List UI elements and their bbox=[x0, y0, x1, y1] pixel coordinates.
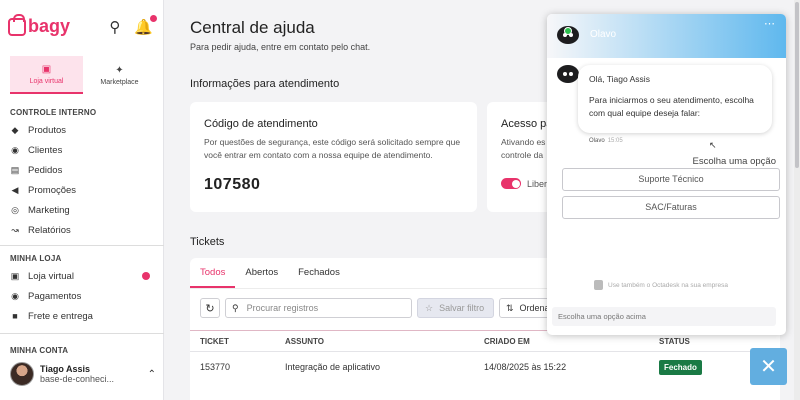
greeting: Olá, Tiago Assis bbox=[589, 74, 650, 84]
section-controle-interno: CONTROLE INTERNO bbox=[10, 108, 97, 117]
col-assunto[interactable]: ASSUNTO bbox=[285, 331, 324, 353]
choose-prompt: Escolha uma opção bbox=[692, 156, 776, 167]
col-criado-em[interactable]: CRIADO EM bbox=[484, 331, 530, 353]
chat-widget: Olavo ⋯ Olá, Tiago Assis Para iniciarmos… bbox=[547, 14, 786, 335]
tab-abertos[interactable]: Abertos bbox=[235, 258, 288, 288]
message-text: Para iniciarmos o seu atendimento, escol… bbox=[589, 94, 754, 118]
tab-loja-virtual[interactable]: ▣ Loja virtual bbox=[10, 56, 83, 94]
option-suporte-tecnico[interactable]: Suporte Técnico bbox=[562, 168, 780, 191]
mouse-cursor-icon: ↖ bbox=[709, 140, 717, 150]
message-avatar bbox=[557, 65, 579, 83]
section-minha-conta: MINHA CONTA bbox=[10, 346, 69, 355]
card-text: Por questões de segurança, este código s… bbox=[204, 137, 461, 161]
section-minha-loja: MINHA LOJA bbox=[10, 254, 62, 263]
card-title: Código de atendimento bbox=[204, 118, 318, 130]
page-scrollbar[interactable] bbox=[794, 0, 800, 400]
bag-icon bbox=[8, 13, 26, 36]
message-meta: Olavo 15:05 bbox=[589, 138, 623, 144]
status-badge: Fechado bbox=[659, 360, 702, 375]
coin-icon: ◉ bbox=[11, 290, 19, 301]
sidebar-item-promocoes[interactable]: ◀ Promoções bbox=[10, 182, 156, 198]
storefront-icon: ▣ bbox=[41, 63, 52, 75]
store-tabs: ▣ Loja virtual ✦ Marketplace bbox=[10, 56, 156, 94]
col-ticket[interactable]: TICKET bbox=[200, 331, 229, 353]
support-code: 107580 bbox=[204, 176, 261, 194]
agent-name: Olavo bbox=[590, 29, 617, 40]
inbox-icon: ▤ bbox=[10, 164, 20, 175]
bell-icon[interactable]: 🔔 bbox=[134, 15, 157, 36]
search-icon[interactable]: ⚲ bbox=[109, 18, 120, 36]
refresh-button[interactable]: ↻ bbox=[200, 298, 220, 318]
message-sender: Olavo bbox=[589, 138, 605, 144]
ticket-created: 14/08/2025 às 15:22 bbox=[484, 362, 567, 372]
sidebar: bagy ⚲ 🔔 ▣ Loja virtual ✦ Marketplace CO… bbox=[0, 0, 164, 400]
megaphone-icon: ◀ bbox=[11, 184, 19, 195]
tickets-title: Tickets bbox=[190, 236, 225, 248]
account-name: Tiago Assis bbox=[40, 364, 91, 374]
tab-todos[interactable]: Todos bbox=[190, 258, 236, 288]
star-icon: ☆ bbox=[425, 302, 434, 313]
scroll-thumb[interactable] bbox=[795, 2, 799, 168]
account-menu[interactable]: Tiago Assis base-de-conheci... ⌃ bbox=[10, 362, 156, 386]
refresh-icon: ↻ bbox=[205, 302, 215, 315]
sidebar-item-frete[interactable]: ■ Frete e entrega bbox=[10, 308, 156, 324]
sidebar-item-relatorios[interactable]: ↝ Relatórios bbox=[10, 222, 156, 238]
tickets-toolbar: ↻ ⚲ Procurar registros ☆ Salvar filtro ⇅… bbox=[200, 298, 559, 318]
account-info: Tiago Assis base-de-conheci... bbox=[40, 364, 114, 384]
search-icon: ⚲ bbox=[232, 302, 239, 313]
user-icon: ◉ bbox=[11, 144, 19, 155]
sort-icon: ⇅ bbox=[506, 302, 514, 313]
table-row[interactable]: 153770 Integração de aplicativo 14/08/20… bbox=[190, 354, 780, 380]
message-time: 15:05 bbox=[607, 138, 623, 144]
avatar bbox=[10, 362, 34, 386]
notification-dot bbox=[150, 15, 157, 22]
chevron-up-icon: ⌃ bbox=[147, 368, 156, 380]
option-sac-faturas[interactable]: SAC/Faturas bbox=[562, 196, 780, 219]
trend-icon: ↝ bbox=[11, 224, 19, 235]
sidebar-divider bbox=[0, 245, 164, 246]
powered-by[interactable]: Use também o Octadesk na sua empresa bbox=[594, 280, 728, 290]
cart-icon: ▣ bbox=[10, 270, 20, 281]
target-icon: ◎ bbox=[11, 204, 19, 215]
online-indicator bbox=[564, 27, 572, 35]
info-section-title: Informações para atendimento bbox=[190, 78, 340, 90]
tag-icon: ◆ bbox=[11, 124, 19, 135]
bagy-logo[interactable]: bagy bbox=[8, 13, 70, 37]
sidebar-item-loja-virtual[interactable]: ▣ Loja virtual bbox=[10, 268, 156, 284]
sidebar-item-marketing[interactable]: ◎ Marketing bbox=[10, 202, 156, 218]
header-icons: ⚲ 🔔 bbox=[109, 15, 157, 36]
sidebar-divider bbox=[0, 333, 164, 334]
octadesk-icon bbox=[594, 280, 603, 290]
chat-message: Olá, Tiago Assis Para iniciarmos o seu a… bbox=[578, 65, 772, 133]
page-title: Central de ajuda bbox=[190, 18, 315, 37]
ticket-tabs: Todos Abertos Fechados bbox=[190, 258, 350, 288]
more-icon[interactable]: ⋯ bbox=[764, 17, 776, 30]
search-input[interactable]: ⚲ Procurar registros bbox=[225, 298, 412, 318]
save-filter-button[interactable]: ☆ Salvar filtro bbox=[417, 298, 494, 318]
sidebar-item-produtos[interactable]: ◆ Produtos bbox=[10, 122, 156, 138]
support-code-card: Código de atendimento Por questões de se… bbox=[190, 102, 477, 212]
tab-marketplace[interactable]: ✦ Marketplace bbox=[83, 56, 156, 94]
notification-dot bbox=[142, 272, 150, 280]
chat-close-button[interactable]: ✕ bbox=[750, 348, 787, 385]
chat-input[interactable]: Escolha uma opção acima bbox=[552, 307, 776, 326]
account-store: base-de-conheci... bbox=[40, 374, 115, 384]
chat-header: Olavo ⋯ bbox=[547, 14, 786, 58]
tab-fechados[interactable]: Fechados bbox=[288, 258, 350, 288]
ticket-id: 153770 bbox=[200, 362, 231, 372]
page-subtitle: Para pedir ajuda, entre em contato pelo … bbox=[190, 42, 371, 52]
sidebar-item-pedidos[interactable]: ▤ Pedidos bbox=[10, 162, 156, 178]
sidebar-item-clientes[interactable]: ◉ Clientes bbox=[10, 142, 156, 158]
marketplace-icon: ✦ bbox=[115, 64, 124, 76]
close-icon: ✕ bbox=[760, 356, 777, 378]
access-toggle[interactable] bbox=[501, 178, 521, 190]
ticket-subject: Integração de aplicativo bbox=[285, 362, 381, 372]
truck-icon: ■ bbox=[12, 311, 18, 321]
sidebar-item-pagamentos[interactable]: ◉ Pagamentos bbox=[10, 288, 156, 304]
